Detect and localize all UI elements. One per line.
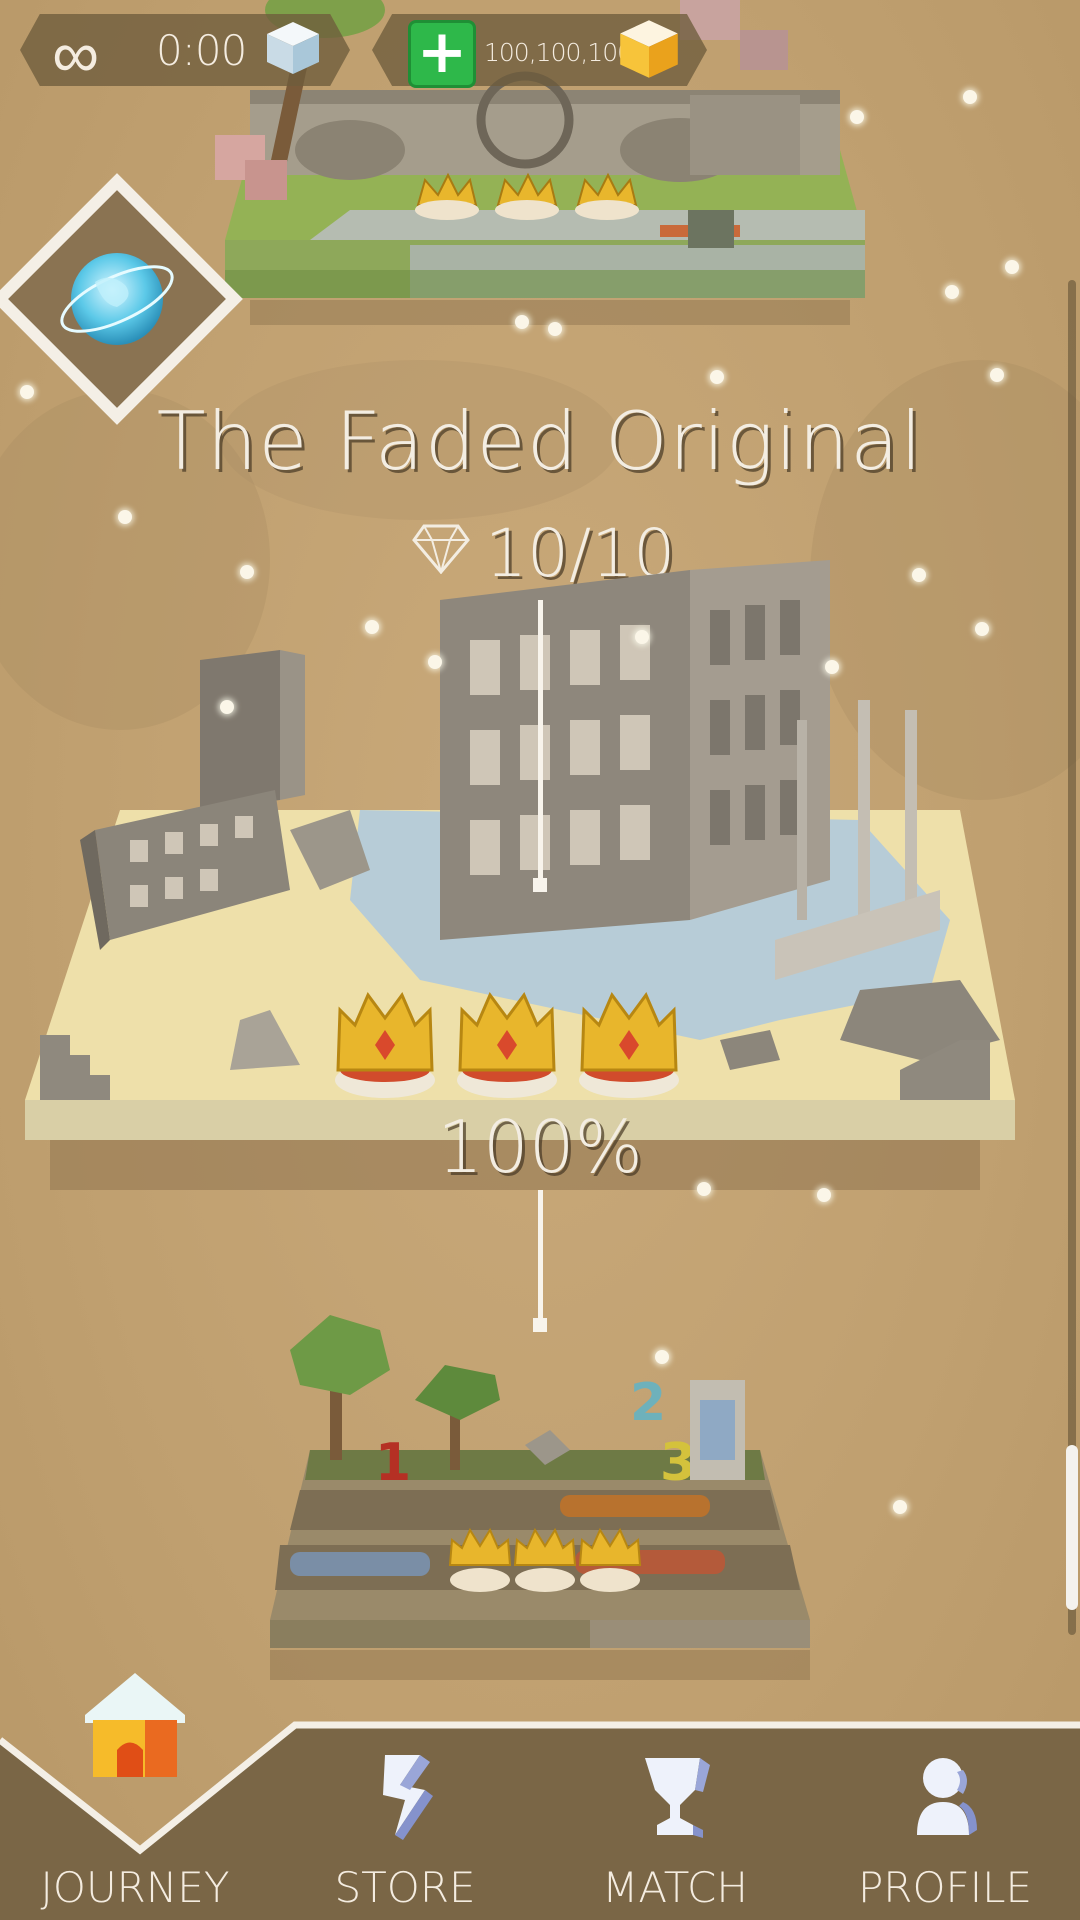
sparkle: [635, 630, 649, 644]
store-icon: [383, 1755, 433, 1840]
nav-profile-label: PROFILE: [857, 1863, 1033, 1912]
sparkle: [710, 370, 724, 384]
scrollbar-track[interactable]: [1068, 280, 1076, 1635]
currency-amount: 100,100,100: [484, 38, 633, 67]
sparkle: [963, 90, 977, 104]
sparkle: [655, 1350, 669, 1364]
game-screen: ∞ 0:00 + 100,100,100 The Faded Original: [0, 0, 1080, 1920]
nav-match-label: MATCH: [602, 1863, 748, 1912]
globe-icon: [60, 253, 174, 345]
nav-journey-label: JOURNEY: [40, 1863, 230, 1912]
sparkle: [365, 620, 379, 634]
sparkle: [825, 660, 839, 674]
nav-journey[interactable]: JOURNEY: [0, 1673, 270, 1920]
timer-text: 0:00: [156, 26, 247, 75]
nav-store-label: STORE: [334, 1863, 476, 1912]
sparkle: [697, 1182, 711, 1196]
path-node: [533, 878, 547, 892]
level-title: The Faded Original: [156, 395, 924, 488]
sparkle: [850, 110, 864, 124]
sparkle: [548, 322, 562, 336]
infinity-icon: ∞: [52, 16, 99, 93]
path-line-upper: [538, 600, 543, 885]
sparkle: [20, 385, 34, 399]
house-icon: [85, 1673, 185, 1777]
nav-store[interactable]: STORE: [270, 1710, 540, 1920]
plus-icon: +: [416, 17, 468, 87]
scrollbar-thumb[interactable]: [1066, 1445, 1078, 1610]
svg-text:2: 2: [630, 1373, 666, 1433]
level-diorama-next[interactable]: 1 2 3: [260, 1290, 820, 1690]
sparkle: [240, 565, 254, 579]
sparkle: [893, 1500, 907, 1514]
sparkle: [975, 622, 989, 636]
svg-text:1: 1: [375, 1433, 411, 1493]
sparkle: [945, 285, 959, 299]
add-currency-button[interactable]: +: [408, 17, 476, 88]
sparkle: [990, 368, 1004, 382]
trophy-icon: [645, 1758, 710, 1838]
bottom-navigation: JOURNEY STORE MATCH PROFILE: [0, 1673, 1080, 1920]
white-cube-icon: [267, 22, 319, 74]
sparkle: [912, 568, 926, 582]
progress-percent: 100%: [437, 1105, 643, 1189]
sparkle: [220, 700, 234, 714]
sparkle: [428, 655, 442, 669]
sparkle: [118, 510, 132, 524]
profile-icon: [917, 1758, 977, 1835]
sparkle: [1005, 260, 1019, 274]
nav-match[interactable]: MATCH: [540, 1710, 810, 1920]
sparkle: [515, 315, 529, 329]
gold-cube-icon: [620, 20, 678, 78]
nav-profile[interactable]: PROFILE: [810, 1710, 1080, 1920]
sparkle: [817, 1188, 831, 1202]
